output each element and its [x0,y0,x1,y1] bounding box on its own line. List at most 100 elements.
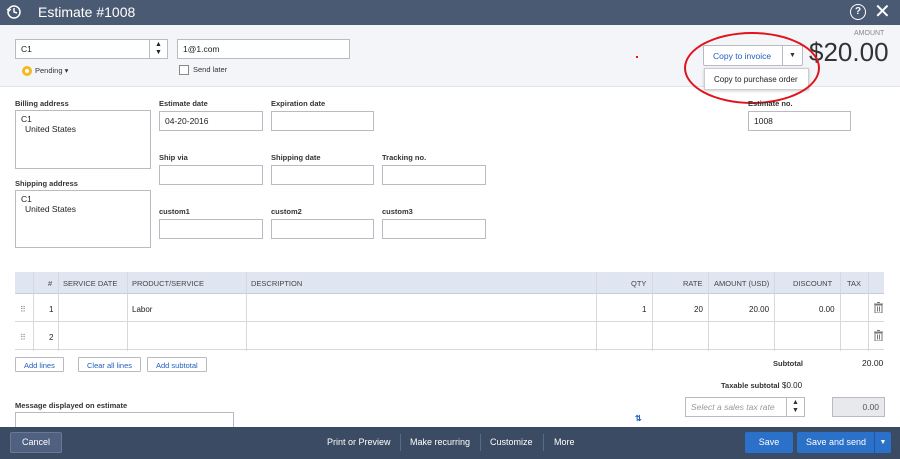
row-num: 2 [49,333,54,342]
shipping-address-label: Shipping address [15,179,78,188]
annotation-dot [636,56,638,58]
table-row[interactable]: ⠿ 2 [15,322,884,350]
more-link[interactable]: More [554,437,575,447]
customize-link[interactable]: Customize [490,437,533,447]
help-icon[interactable]: ? [850,4,866,20]
taxable-subtotal-label: Taxable subtotal [721,381,780,390]
shipping-line2: United States [25,204,77,214]
email-field[interactable]: 1@1.com [177,39,350,59]
tracking-no-label: Tracking no. [382,153,427,162]
email-value: 1@1.com [183,44,220,54]
col-divider [127,272,128,351]
tax-value: 0.00 [862,402,879,412]
cancel-button[interactable]: Cancel [10,432,62,453]
clear-all-lines-button[interactable]: Clear all lines [78,357,142,372]
col-description: DESCRIPTION [251,279,303,288]
estimate-no-label: Estimate no. [748,99,793,108]
row-num: 1 [49,305,54,314]
col-tax: TAX [847,279,862,288]
row-rate[interactable]: 20 [694,305,703,314]
row-product[interactable]: Labor [132,305,152,314]
save-button[interactable]: Save [745,432,793,453]
col-divider [774,272,775,351]
custom1-label: custom1 [159,207,190,216]
estimate-date-field[interactable]: 04-20-2016 [159,111,263,131]
send-later-checkbox[interactable]: Send later [179,65,228,76]
footer-bar: Cancel Print or Preview Make recurring C… [0,427,900,459]
shipping-address-field[interactable]: C1 United States [15,190,151,248]
custom2-field[interactable] [271,219,374,239]
expiration-date-field[interactable] [271,111,374,131]
footer-divider [400,434,401,451]
tax-rate-placeholder: Select a sales tax rate [691,402,775,412]
subtotal-label: Subtotal [773,359,803,368]
col-num: # [48,279,53,288]
col-divider [652,272,653,351]
estimate-date-label: Estimate date [159,99,208,108]
custom1-field[interactable] [159,219,263,239]
select-arrows-icon: ▲ ▼ [149,40,167,58]
sales-tax-value-field[interactable]: 0.00 [832,397,885,417]
sales-tax-rate-select[interactable]: Select a sales tax rate ▲ ▼ [685,397,805,417]
delete-row-icon[interactable] [874,330,883,341]
row-discount[interactable]: 0.00 [819,305,835,314]
shipping-line1: C1 [21,194,32,204]
drag-handle-icon[interactable]: ⠿ [20,333,26,342]
expiration-date-label: Expiration date [271,99,326,108]
make-recurring-link[interactable]: Make recurring [410,437,470,447]
col-discount: DISCOUNT [793,279,833,288]
tracking-no-field[interactable] [382,165,486,185]
recent-transactions-icon[interactable] [6,4,22,20]
status-label: Pending [35,66,63,75]
send-later-label: Send later [193,65,228,74]
table-row[interactable]: ⠿ 1 Labor 1 20 20.00 0.00 [15,294,884,322]
ship-via-field[interactable] [159,165,263,185]
print-or-preview-link[interactable]: Print or Preview [327,437,391,447]
col-qty: QTY [631,279,647,288]
estimate-no-value: 1008 [754,116,773,126]
chevron-down-icon: ▾ [64,66,69,75]
close-icon[interactable]: ✕ [874,0,891,24]
col-amount: AMOUNT (USD) [714,279,770,288]
col-rate: RATE [683,279,703,288]
footer-divider [543,434,544,451]
chevron-down-icon[interactable]: ▼ [874,432,891,453]
title-bar: Estimate #1008 ? ✕ [0,0,900,25]
customer-select[interactable]: C1 ▲ ▼ [15,39,168,59]
col-divider [840,272,841,351]
footer-divider [480,434,481,451]
save-and-send-button[interactable]: Save and send ▼ [797,432,891,453]
delete-row-icon[interactable] [874,302,883,313]
save-and-send-label: Save and send [806,437,867,447]
billing-address-field[interactable]: C1 United States [15,110,151,169]
col-divider [868,272,869,351]
status-dropdown[interactable]: Pending ▾ [22,66,69,77]
billing-address-label: Billing address [15,99,69,108]
shipping-date-field[interactable] [271,165,374,185]
taxable-subtotal-value: $0.00 [782,381,803,390]
window-title: Estimate #1008 [38,4,136,20]
row-qty[interactable]: 1 [642,305,646,314]
col-service-date: SERVICE DATE [63,279,118,288]
col-divider [58,272,59,351]
custom3-field[interactable] [382,219,486,239]
estimate-no-field[interactable]: 1008 [748,111,851,131]
col-divider [246,272,247,351]
message-field[interactable] [15,412,234,428]
col-divider [33,272,34,351]
custom2-label: custom2 [271,207,302,216]
sort-arrows-icon[interactable]: ⇅ [635,414,642,423]
pending-status-icon [22,66,32,77]
add-lines-button[interactable]: Add lines [15,357,64,372]
billing-line2: United States [25,124,77,134]
add-subtotal-button[interactable]: Add subtotal [147,357,207,372]
billing-line1: C1 [21,114,32,124]
shipping-date-label: Shipping date [271,153,321,162]
checkbox-icon [179,65,189,76]
customer-value: C1 [21,44,32,54]
ship-via-label: Ship via [159,153,188,162]
row-amount[interactable]: 20.00 [749,305,769,314]
col-divider [596,272,597,351]
drag-handle-icon[interactable]: ⠿ [20,305,26,314]
amount-label: AMOUNT [854,30,885,37]
